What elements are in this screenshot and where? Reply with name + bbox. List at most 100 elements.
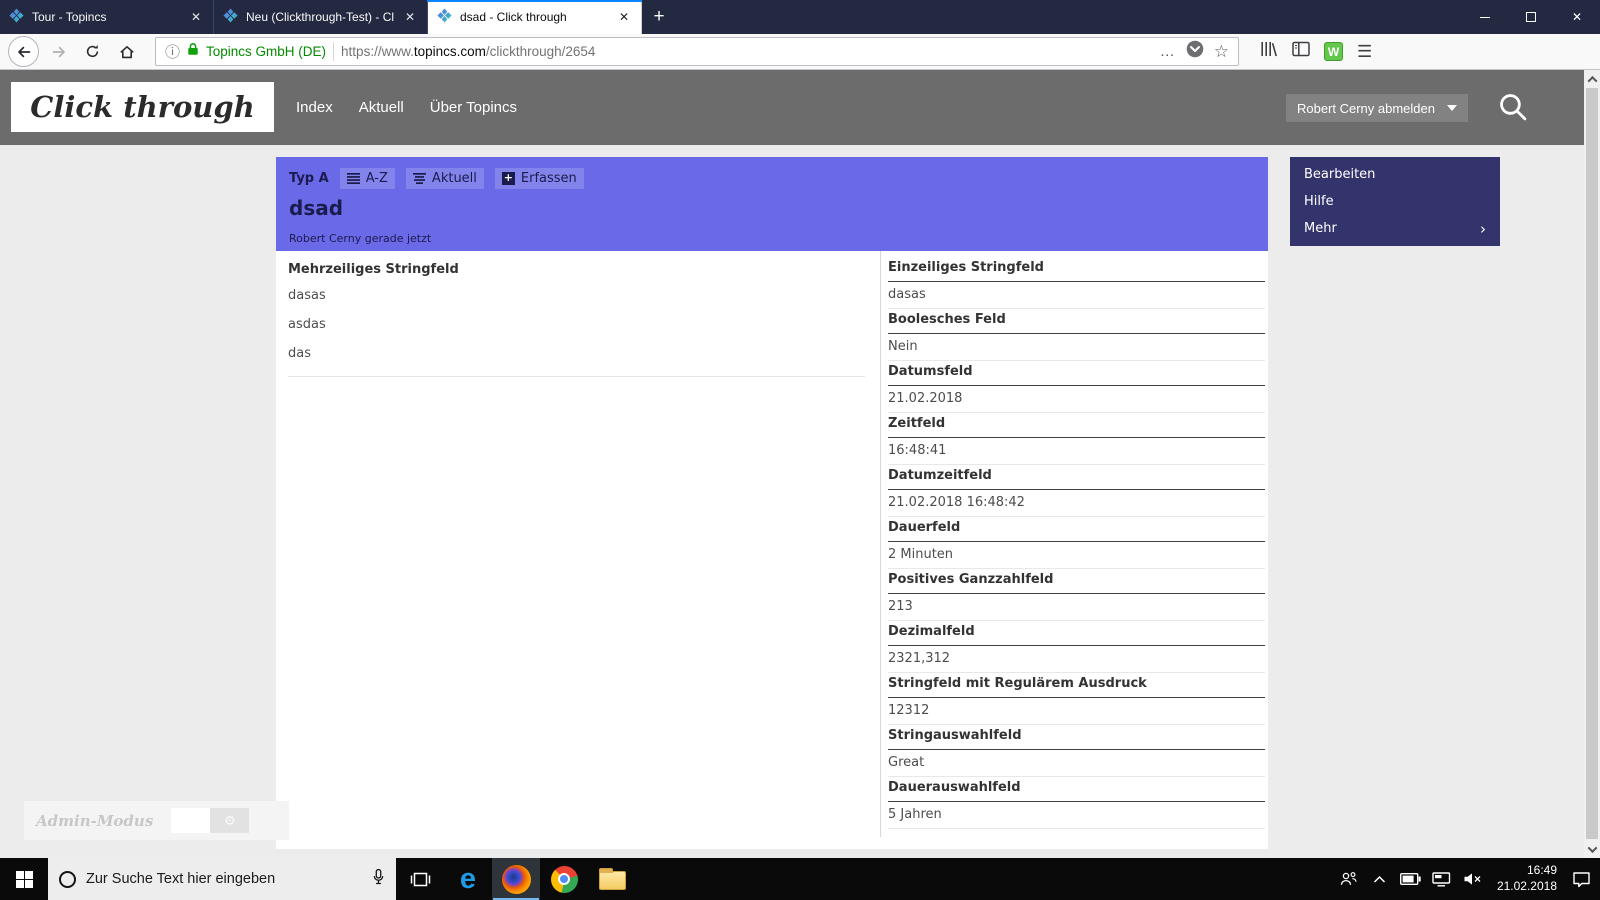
az-list-button[interactable]: A-Z [339, 168, 395, 189]
url-text[interactable]: https://www.topincs.com/clickthrough/265… [341, 44, 595, 59]
site-logo[interactable]: Click through [11, 82, 274, 132]
task-view-button[interactable] [396, 858, 444, 900]
firefox-tab-favicon-icon [9, 8, 24, 26]
reload-button[interactable] [78, 37, 107, 66]
clock-date: 21.02.2018 [1496, 879, 1557, 893]
tab-close-icon[interactable]: ✕ [616, 8, 632, 26]
admin-mode-toggle[interactable]: ⚙ [171, 808, 250, 833]
chevron-down-icon [1447, 105, 1457, 111]
tab-title: dsad - Click through [460, 10, 567, 24]
field-label: Zeitfeld [888, 413, 1265, 438]
erfassen-button[interactable]: + Erfassen [494, 168, 584, 189]
window-minimize-button[interactable] [1462, 0, 1508, 34]
window-restore-button[interactable] [1508, 0, 1554, 34]
addon-extension-icon[interactable]: W [1324, 42, 1343, 61]
reload-icon [86, 45, 99, 58]
chrome-taskbar-button[interactable] [540, 858, 588, 900]
firefox-taskbar-button[interactable] [492, 858, 540, 900]
sidebar-toggle-icon[interactable] [1292, 41, 1310, 62]
toggle-gear-segment[interactable]: ⚙ [210, 808, 250, 833]
window-controls: ✕ [1462, 0, 1600, 34]
page-actions-icon[interactable]: … [1160, 43, 1176, 60]
chevron-down-icon [1587, 842, 1597, 853]
tray-expand-chevron-icon[interactable] [1369, 875, 1391, 884]
edge-icon: e [459, 862, 477, 895]
action-center-icon[interactable] [1570, 871, 1592, 888]
tab-dsad-active[interactable]: dsad - Click through ✕ [427, 0, 642, 34]
bookmark-star-icon[interactable]: ☆ [1214, 42, 1229, 62]
plus-icon: + [501, 171, 515, 185]
field-positives-ganzzahlfeld: Positives Ganzzahlfeld 213 [888, 569, 1265, 621]
nav-link-index[interactable]: Index [296, 99, 333, 116]
new-tab-button[interactable]: + [642, 0, 676, 34]
site-identity-label[interactable]: Topincs GmbH (DE) [206, 44, 326, 59]
field-dauerfeld: Dauerfeld 2 Minuten [888, 517, 1265, 569]
field-label: Dezimalfeld [888, 621, 1265, 646]
tab-neu-clickthrough[interactable]: Neu (Clickthrough-Test) - Click ✕ [214, 0, 428, 34]
scroll-up-arrow[interactable] [1584, 71, 1600, 87]
toggle-off-segment[interactable] [171, 808, 211, 833]
gear-icon: ⚙ [223, 812, 236, 828]
menu-item-mehr[interactable]: Mehr › [1290, 215, 1500, 242]
page-info-icon[interactable]: ⓘ [165, 41, 180, 62]
column-divider [880, 251, 881, 837]
field-label: Dauerauswahlfeld [888, 777, 1265, 802]
menu-item-bearbeiten[interactable]: Bearbeiten [1290, 161, 1500, 188]
field-stringfeld-regex: Stringfeld mit Regulärem Ausdruck 12312 [888, 673, 1265, 725]
people-icon[interactable] [1338, 871, 1360, 887]
record-type-label: Typ A [289, 171, 329, 186]
record-banner: Typ A A-Z Aktuell + Erfassen dsad Robert… [276, 157, 1268, 251]
restore-icon [1526, 12, 1536, 22]
menu-item-label: Bearbeiten [1304, 167, 1376, 182]
menu-item-hilfe[interactable]: Hilfe [1290, 188, 1500, 215]
field-value-block: dasas asdas das [288, 288, 865, 377]
field-label: Datumsfeld [888, 361, 1265, 386]
scroll-down-arrow[interactable] [1584, 841, 1600, 857]
network-icon[interactable] [1431, 871, 1453, 887]
nav-link-aktuell[interactable]: Aktuell [359, 99, 404, 116]
tab-close-icon[interactable]: ✕ [402, 8, 418, 26]
field-value: 21.02.2018 [888, 386, 1265, 413]
field-value: Nein [888, 334, 1265, 361]
pocket-icon[interactable] [1186, 40, 1204, 63]
menu-hamburger-icon[interactable]: ☰ [1357, 42, 1372, 62]
recent-list-icon [412, 173, 426, 184]
site-search-button[interactable] [1497, 91, 1528, 127]
volume-muted-icon[interactable] [1462, 872, 1484, 886]
scrollbar-thumb[interactable] [1586, 88, 1598, 839]
back-button[interactable] [8, 36, 39, 67]
aktuell-button[interactable]: Aktuell [405, 168, 484, 189]
aktuell-label: Aktuell [431, 171, 477, 186]
chrome-icon [550, 865, 578, 893]
field-label: Positives Ganzzahlfeld [888, 569, 1265, 594]
field-value: das [288, 346, 311, 361]
file-explorer-taskbar-button[interactable] [588, 858, 636, 900]
right-column: Einzeiliges Stringfeld dasas Boolesches … [888, 257, 1265, 829]
record-meta: Robert Cerny gerade jetzt [289, 232, 432, 245]
field-datumzeitfeld: Datumzeitfeld 21.02.2018 16:48:42 [888, 465, 1265, 517]
start-button[interactable] [0, 858, 48, 900]
field-label: Stringfeld mit Regulärem Ausdruck [888, 673, 1265, 698]
context-menu: Bearbeiten Hilfe Mehr › [1290, 157, 1500, 246]
home-button[interactable] [112, 37, 141, 66]
window-close-button[interactable]: ✕ [1554, 0, 1600, 34]
page-scrollbar[interactable] [1584, 70, 1600, 858]
library-icon[interactable] [1260, 41, 1278, 62]
page-title: dsad [289, 196, 344, 220]
field-label: Stringauswahlfeld [888, 725, 1265, 750]
lock-icon[interactable] [187, 42, 199, 61]
microphone-icon[interactable] [372, 868, 385, 891]
forward-arrow-icon [52, 46, 65, 57]
nav-link-ueber-topincs[interactable]: Über Topincs [430, 99, 517, 116]
tab-close-icon[interactable]: ✕ [188, 8, 204, 26]
field-value: 5 Jahren [888, 802, 1265, 829]
battery-icon[interactable] [1400, 873, 1422, 885]
field-einzeiliges-stringfeld: Einzeiliges Stringfeld dasas [888, 257, 1265, 309]
url-bar[interactable]: ⓘ Topincs GmbH (DE) https://www.topincs.… [155, 37, 1239, 66]
taskbar-search-input[interactable]: Zur Suche Text hier eingeben [48, 858, 396, 900]
edge-taskbar-button[interactable]: e [444, 858, 492, 900]
user-logout-dropdown[interactable]: Robert Cerny abmelden [1285, 94, 1468, 122]
tab-tour-topincs[interactable]: Tour - Topincs ✕ [0, 0, 214, 34]
forward-button[interactable] [44, 37, 73, 66]
taskbar-clock[interactable]: 16:49 21.02.2018 [1493, 863, 1561, 894]
